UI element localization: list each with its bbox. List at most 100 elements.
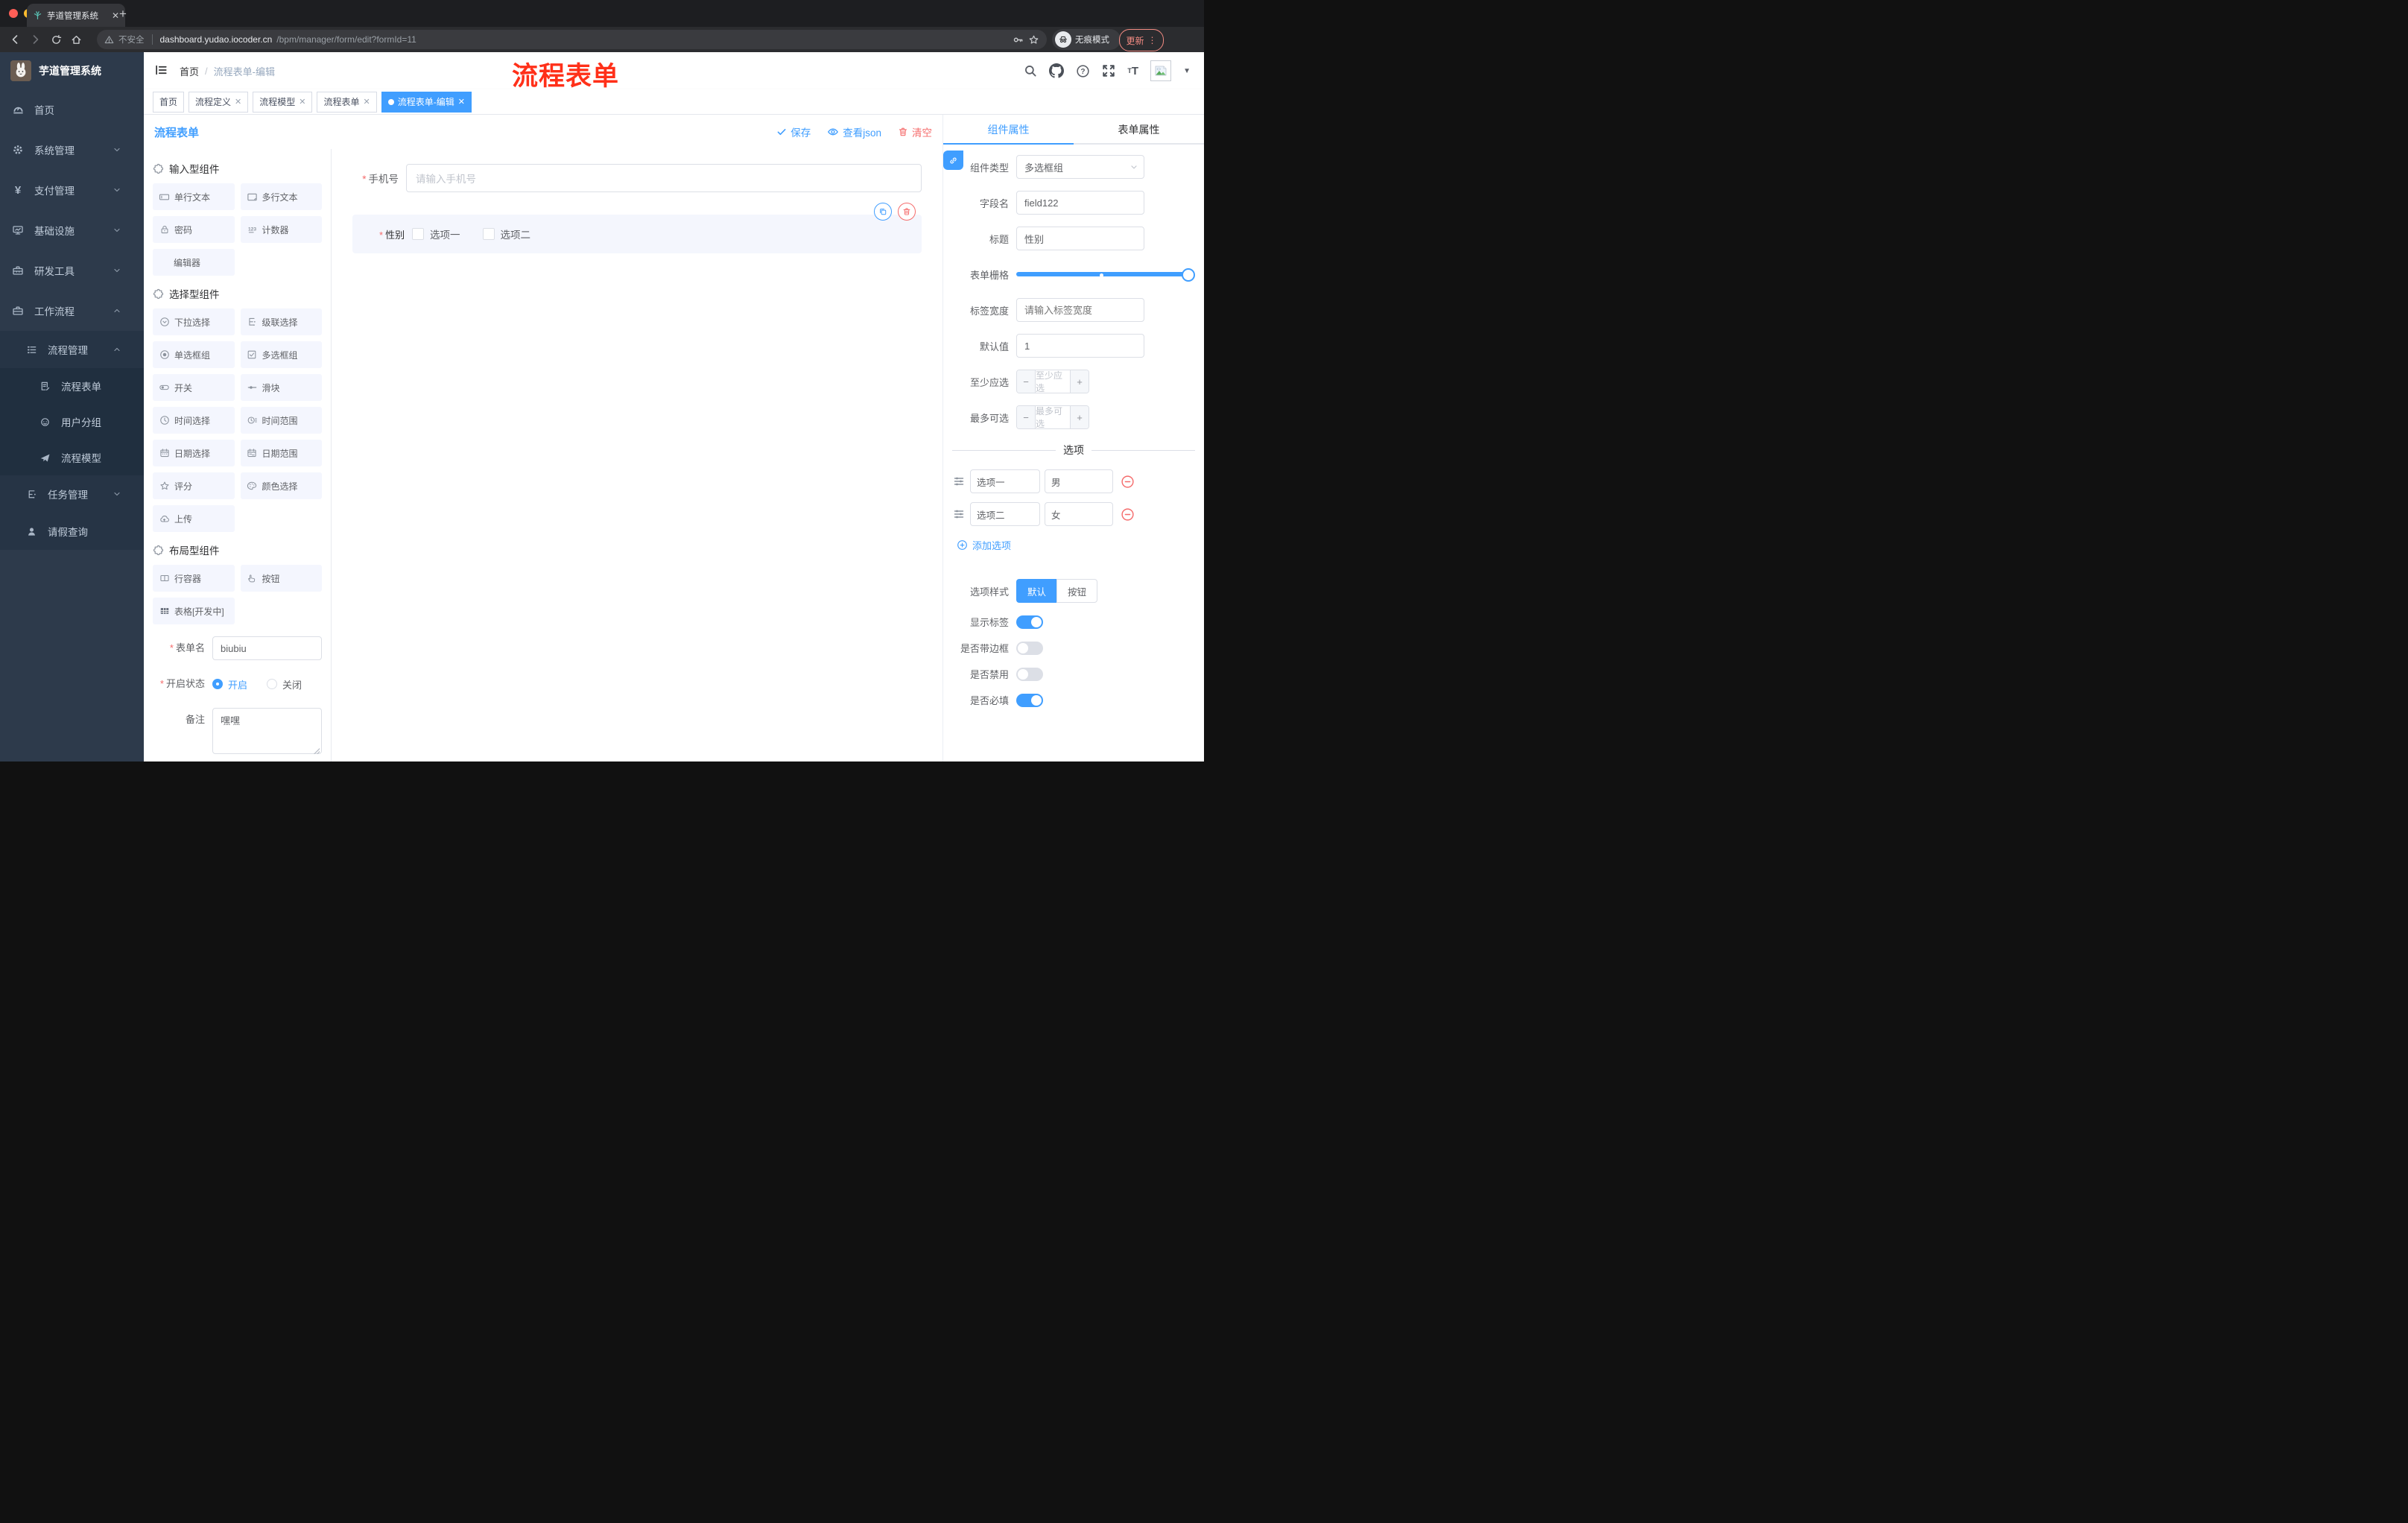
component-item-date-picker[interactable]: 日期选择 [153, 440, 235, 466]
save-button[interactable]: 保存 [776, 124, 811, 139]
min-stepper-value[interactable]: 至少应选 [1036, 370, 1070, 393]
tag-close-icon[interactable]: ✕ [458, 97, 465, 107]
component-item-password[interactable]: 密码 [153, 216, 235, 243]
forward-icon[interactable] [30, 34, 42, 45]
disabled-toggle[interactable] [1016, 667, 1043, 681]
clear-button[interactable]: 清空 [898, 124, 932, 139]
sidebar-item-process-mgmt[interactable]: 流程管理 [0, 331, 144, 368]
new-tab-button[interactable]: + [119, 7, 127, 20]
avatar-caret-icon[interactable]: ▼ [1183, 67, 1191, 75]
component-item-upload[interactable]: 上传 [153, 505, 235, 532]
close-window-button[interactable] [9, 9, 18, 18]
link-handle-button[interactable] [943, 151, 963, 170]
sidebar-item-task-mgmt[interactable]: 任务管理 [0, 475, 144, 513]
sidebar-item-user-group[interactable]: 用户分组 [0, 404, 144, 440]
drag-handle-icon[interactable] [952, 475, 966, 487]
component-item-slider[interactable]: 滑块 [240, 374, 322, 401]
component-type-select[interactable]: 多选框组 [1016, 155, 1144, 179]
component-item-time-picker[interactable]: 时间选择 [153, 407, 235, 434]
view-json-button[interactable]: 查看json [827, 124, 881, 139]
component-item-editor[interactable]: 编辑器 [153, 249, 235, 276]
font-size-icon[interactable]: TT [1127, 66, 1138, 77]
url-bar[interactable]: 不安全 dashboard.yudao.iocoder.cn/bpm/manag… [97, 30, 1047, 49]
copy-component-button[interactable] [874, 203, 892, 221]
radio-off[interactable]: 关闭 [267, 677, 302, 691]
component-item-counter[interactable]: 123 计数器 [240, 216, 322, 243]
password-key-icon[interactable] [1013, 34, 1024, 45]
remove-option-icon[interactable] [1121, 507, 1135, 522]
option-label-input[interactable] [970, 469, 1040, 493]
checkbox[interactable] [412, 228, 424, 240]
tag-process-definition[interactable]: 流程定义 ✕ [188, 91, 249, 113]
security-label[interactable]: 不安全 [118, 34, 145, 45]
remove-option-icon[interactable] [1121, 475, 1135, 489]
canvas-phone-field[interactable]: 手机号 请输入手机号 [352, 164, 922, 192]
sidebar-item-process-form[interactable]: 流程表单 [0, 368, 144, 404]
style-button-button[interactable]: 按钮 [1056, 579, 1098, 603]
style-default-button[interactable]: 默认 [1016, 579, 1057, 603]
title-input[interactable] [1016, 227, 1144, 250]
slider-handle[interactable] [1182, 268, 1195, 282]
max-stepper-value[interactable]: 最多可选 [1036, 406, 1070, 428]
avatar[interactable] [1150, 60, 1172, 81]
browser-tab[interactable]: 芋道管理系统 ✕ [27, 4, 125, 27]
tag-close-icon[interactable]: ✕ [364, 97, 370, 107]
tag-process-form-edit[interactable]: 流程表单-编辑 ✕ [381, 91, 472, 113]
tag-home[interactable]: 首页 [153, 91, 185, 113]
stepper-increase-button[interactable]: + [1070, 370, 1089, 393]
sidebar-item-home[interactable]: 首页 [0, 89, 144, 130]
form-name-input[interactable] [212, 636, 322, 660]
component-item-switch[interactable]: 开关 [153, 374, 235, 401]
option-label-input[interactable] [970, 502, 1040, 526]
stepper-decrease-button[interactable]: − [1017, 370, 1036, 393]
sidebar-item-leave-query[interactable]: 请假查询 [0, 513, 144, 550]
textarea-resize-grip[interactable] [314, 748, 320, 754]
sidebar-item-workflow[interactable]: 工作流程 [0, 291, 144, 331]
github-icon[interactable] [1049, 63, 1065, 78]
tag-close-icon[interactable]: ✕ [235, 97, 241, 107]
collapse-sidebar-icon[interactable] [154, 63, 168, 77]
sidebar-item-process-model[interactable]: 流程模型 [0, 440, 144, 475]
drag-handle-icon[interactable] [952, 508, 966, 520]
tag-process-form[interactable]: 流程表单 ✕ [317, 91, 377, 113]
component-item-table[interactable]: 表格[开发中] [153, 598, 235, 624]
radio-on[interactable]: 开启 [212, 677, 247, 691]
search-icon[interactable] [1024, 64, 1037, 77]
phone-input[interactable]: 请输入手机号 [406, 164, 922, 192]
component-item-row-container[interactable]: 行容器 [153, 565, 235, 592]
breadcrumb-home[interactable]: 首页 [180, 64, 199, 78]
sidebar-item-infra[interactable]: 基础设施 [0, 210, 144, 250]
component-item-select[interactable]: 下拉选择 [153, 308, 235, 335]
tag-close-icon[interactable]: ✕ [299, 97, 305, 107]
sidebar-item-devtools[interactable]: 研发工具 [0, 250, 144, 291]
browser-menu-kebab-icon[interactable]: ⋮ [1148, 35, 1157, 45]
canvas-gender-field-selected[interactable]: 性别 选项一 选项二 [352, 203, 922, 253]
back-icon[interactable] [9, 34, 21, 45]
component-item-button[interactable]: 按钮 [240, 565, 322, 592]
sidebar-item-payment[interactable]: ¥ 支付管理 [0, 170, 144, 210]
checkbox[interactable] [482, 228, 495, 240]
label-width-input[interactable] [1016, 298, 1144, 322]
security-warning-icon[interactable] [104, 35, 114, 45]
delete-component-button[interactable] [898, 203, 916, 221]
stepper-decrease-button[interactable]: − [1017, 406, 1036, 428]
component-item-textarea[interactable]: 多行文本 [240, 183, 322, 210]
grid-slider[interactable] [1016, 262, 1195, 286]
stepper-increase-button[interactable]: + [1070, 406, 1089, 428]
required-toggle[interactable] [1016, 693, 1043, 707]
default-value-input[interactable] [1016, 334, 1144, 358]
update-button[interactable]: 更新 ⋮ [1119, 29, 1164, 51]
show-label-toggle[interactable] [1016, 615, 1043, 629]
component-item-radio-group[interactable]: 单选框组 [153, 341, 235, 368]
fullscreen-icon[interactable] [1102, 64, 1115, 77]
gender-option-1[interactable]: 选项一 [412, 227, 460, 241]
component-item-time-range[interactable]: 时间范围 [240, 407, 322, 434]
component-item-cascader[interactable]: 级联选择 [240, 308, 322, 335]
tab-close-icon[interactable]: ✕ [112, 10, 119, 21]
sidebar-item-system[interactable]: 系统管理 [0, 130, 144, 170]
bookmark-star-icon[interactable] [1028, 34, 1039, 45]
field-name-input[interactable] [1016, 191, 1144, 215]
component-item-date-range[interactable]: 日期范围 [240, 440, 322, 466]
add-option-button[interactable]: 添加选项 [957, 538, 1011, 552]
form-remark-textarea[interactable]: 嘿嘿 [212, 708, 322, 754]
